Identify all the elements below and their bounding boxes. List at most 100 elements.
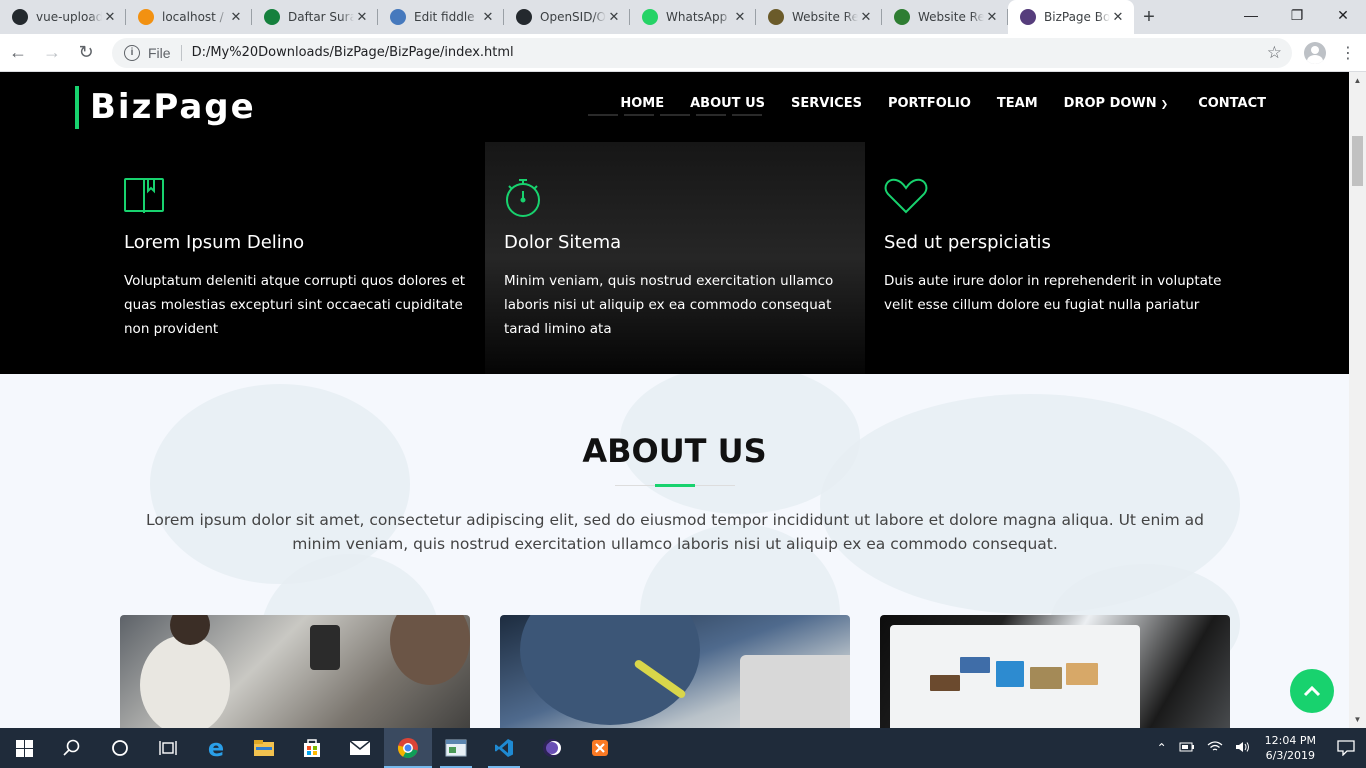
close-tab-icon[interactable]: ✕ — [1110, 9, 1126, 25]
browser-menu-icon[interactable]: ⋮ — [1340, 43, 1356, 63]
browser-tab[interactable]: vue-upload ✕ — [0, 0, 126, 34]
browser-tab[interactable]: OpenSID/O ✕ — [504, 0, 630, 34]
app-window-icon[interactable] — [432, 728, 480, 768]
feature-title: Sed ut perspiciatis — [884, 232, 1051, 253]
browser-tab-title: BizPage Bo — [1044, 10, 1110, 24]
browser-toolbar: ← → ↻ i File D:/My%20Downloads/BizPage/B… — [0, 34, 1366, 72]
shield-icon — [894, 9, 910, 25]
section-title: ABOUT US — [582, 432, 767, 470]
eclipse-icon[interactable] — [528, 728, 576, 768]
about-card-image[interactable] — [120, 615, 470, 728]
feature-box: Lorem Ipsum Delino Voluptatum deleniti a… — [124, 178, 469, 341]
jsfiddle-cloud-icon — [390, 9, 406, 25]
browser-tab[interactable]: BizPage Bo ✕ — [1008, 0, 1134, 34]
nav-home[interactable]: HOME — [620, 96, 664, 111]
browser-tab-title: Website Re — [792, 10, 858, 24]
featured-services-section: BizPage HOME ABOUT US SERVICES PORTFOLIO… — [0, 72, 1349, 374]
site-logo[interactable]: BizPage — [75, 86, 256, 129]
vscode-icon[interactable] — [480, 728, 528, 768]
browser-tab-title: vue-upload — [36, 10, 102, 24]
browser-tab-title: Daftar Surat — [288, 10, 354, 24]
github-icon — [12, 9, 28, 25]
store-icon[interactable] — [288, 728, 336, 768]
browser-tab[interactable]: WhatsApp ✕ — [630, 0, 756, 34]
show-hidden-icons-chevron-icon[interactable]: ⌃ — [1157, 741, 1167, 755]
close-window-button[interactable]: ✕ — [1320, 0, 1366, 30]
bootstrap-icon — [1020, 9, 1036, 25]
browser-tab[interactable]: Website Re ✕ — [882, 0, 1008, 34]
minimize-button[interactable]: — — [1228, 0, 1274, 30]
heart-icon — [884, 178, 928, 218]
close-tab-icon[interactable]: ✕ — [354, 9, 370, 25]
feature-text: Duis aute irure dolor in reprehenderit i… — [884, 273, 1222, 313]
chevron-down-icon: ❯ — [1160, 100, 1169, 110]
maximize-button[interactable]: ❐ — [1274, 0, 1320, 30]
close-tab-icon[interactable]: ✕ — [480, 9, 496, 25]
browser-tab[interactable]: Website Re ✕ — [756, 0, 882, 34]
feature-box: Dolor Sitema Minim veniam, quis nostrud … — [504, 178, 849, 341]
feature-box: Sed ut perspiciatis Duis aute irure dolo… — [884, 178, 1229, 317]
close-tab-icon[interactable]: ✕ — [102, 9, 118, 25]
volume-icon[interactable] — [1235, 741, 1251, 756]
search-icon[interactable] — [48, 728, 96, 768]
url-text[interactable]: D:/My%20Downloads/BizPage/BizPage/index.… — [192, 45, 514, 60]
cortana-icon[interactable] — [96, 728, 144, 768]
book-icon — [124, 178, 168, 218]
new-tab-button[interactable]: + — [1134, 0, 1164, 34]
site-header: BizPage HOME ABOUT US SERVICES PORTFOLIO… — [0, 72, 1349, 144]
nav-about-us[interactable]: ABOUT US — [690, 96, 765, 111]
reload-button[interactable]: ↻ — [70, 37, 102, 69]
action-center-icon[interactable] — [1326, 728, 1366, 768]
address-bar[interactable]: i File D:/My%20Downloads/BizPage/BizPage… — [112, 37, 1292, 68]
nav-team[interactable]: TEAM — [997, 96, 1038, 111]
nav-portfolio[interactable]: PORTFOLIO — [888, 96, 971, 111]
system-tray: ⌃ 12:04 PM 6/3/2019 — [1151, 728, 1366, 768]
close-tab-icon[interactable]: ✕ — [858, 9, 874, 25]
close-tab-icon[interactable]: ✕ — [228, 9, 244, 25]
start-icon[interactable] — [0, 728, 48, 768]
close-tab-icon[interactable]: ✕ — [606, 9, 622, 25]
feature-text: Voluptatum deleniti atque corrupti quos … — [124, 273, 466, 337]
browser-tab[interactable]: Daftar Surat✕ — [252, 0, 378, 34]
about-card-image[interactable] — [880, 615, 1230, 728]
feature-title: Dolor Sitema — [504, 232, 622, 253]
browser-tab-title: OpenSID/O — [540, 10, 606, 24]
profile-avatar-icon[interactable] — [1304, 41, 1326, 64]
browser-tab[interactable]: localhost / ✕ — [126, 0, 252, 34]
scroll-up-arrow-icon[interactable]: ▲ — [1349, 72, 1366, 89]
back-to-top-button[interactable] — [1290, 669, 1334, 713]
nav-contact[interactable]: CONTACT — [1198, 96, 1266, 111]
page-scrollbar[interactable]: ▲ ▼ — [1349, 72, 1366, 728]
mail-icon[interactable] — [336, 728, 384, 768]
file-explorer-icon[interactable] — [240, 728, 288, 768]
about-section: ABOUT US Lorem ipsum dolor sit amet, con… — [0, 374, 1349, 728]
edge-icon[interactable]: e — [192, 728, 240, 768]
about-card-image[interactable] — [500, 615, 850, 728]
browser-tab-title: Edit fiddle — [414, 10, 475, 24]
page-viewport: BizPage HOME ABOUT US SERVICES PORTFOLIO… — [0, 72, 1349, 728]
nav-services[interactable]: SERVICES — [791, 96, 862, 111]
wifi-icon[interactable] — [1207, 740, 1223, 756]
browser-tab-title: localhost / — [162, 10, 224, 24]
scroll-down-arrow-icon[interactable]: ▼ — [1349, 711, 1366, 728]
task-view-icon[interactable] — [144, 728, 192, 768]
system-clock[interactable]: 12:04 PM 6/3/2019 — [1265, 733, 1316, 763]
close-tab-icon[interactable]: ✕ — [984, 9, 1000, 25]
close-tab-icon[interactable]: ✕ — [732, 9, 748, 25]
forward-button[interactable]: → — [36, 37, 68, 69]
info-icon[interactable]: i — [124, 44, 140, 61]
browser-tab[interactable]: Edit fiddle ✕ — [378, 0, 504, 34]
stopwatch-icon — [504, 178, 548, 218]
bookmark-star-icon[interactable]: ☆ — [1267, 43, 1282, 63]
xampp-icon[interactable] — [576, 728, 624, 768]
back-button[interactable]: ← — [2, 37, 34, 69]
clock-time: 12:04 PM — [1264, 734, 1316, 747]
clock-date: 6/3/2019 — [1265, 749, 1316, 762]
window-controls: — ❐ ✕ — [1228, 0, 1366, 30]
nav-drop-down[interactable]: DROP DOWN ❯ — [1064, 96, 1169, 111]
chrome-icon[interactable] — [384, 728, 432, 768]
mountain-icon — [264, 9, 280, 25]
feature-title: Lorem Ipsum Delino — [124, 232, 305, 253]
battery-icon[interactable] — [1179, 741, 1195, 755]
scrollbar-thumb[interactable] — [1352, 136, 1363, 186]
